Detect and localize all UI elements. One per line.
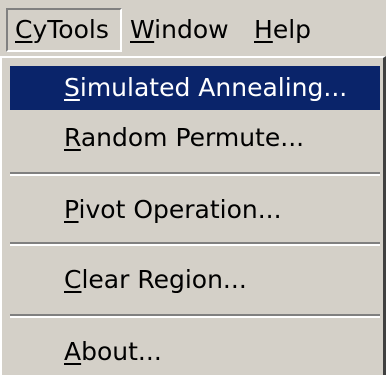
menu-window-mnemonic: W xyxy=(130,15,155,44)
menu-item-random-permute[interactable]: Random Permute... xyxy=(10,116,380,160)
menu-cytools[interactable]: CyTools xyxy=(6,8,122,52)
menu-help[interactable]: Help xyxy=(254,8,311,52)
menu-cytools-mnemonic: C xyxy=(15,15,33,44)
menu-item-label: lear Region... xyxy=(81,265,247,294)
menu-bar: CyTools Window Help xyxy=(0,0,386,58)
menu-item-mnemonic: C xyxy=(64,265,82,294)
cytools-dropdown-menu: Simulated Annealing... Random Permute...… xyxy=(0,56,386,375)
menu-item-simulated-annealing[interactable]: Simulated Annealing... xyxy=(10,66,380,110)
menu-item-about[interactable]: About... xyxy=(10,330,380,374)
menu-cytools-label: yTools xyxy=(32,15,109,44)
menu-item-label: ivot Operation... xyxy=(78,195,282,224)
menu-separator xyxy=(10,314,380,318)
menu-item-pivot-operation[interactable]: Pivot Operation... xyxy=(10,188,380,232)
menu-item-mnemonic: A xyxy=(64,337,82,366)
menu-window[interactable]: Window xyxy=(130,8,229,52)
menu-separator xyxy=(10,172,380,176)
menu-item-mnemonic: S xyxy=(64,73,80,102)
menu-item-label: andom Permute... xyxy=(80,123,305,152)
menu-item-mnemonic: P xyxy=(64,195,79,224)
menu-item-label: imulated Annealing... xyxy=(79,73,348,102)
menu-item-clear-region[interactable]: Clear Region... xyxy=(10,258,380,302)
menu-separator xyxy=(10,242,380,246)
menu-help-mnemonic: H xyxy=(254,15,273,44)
menu-help-label: elp xyxy=(272,15,312,44)
menu-item-mnemonic: R xyxy=(64,123,81,152)
menu-window-label: indow xyxy=(154,15,229,44)
menu-item-label: bout... xyxy=(81,337,162,366)
